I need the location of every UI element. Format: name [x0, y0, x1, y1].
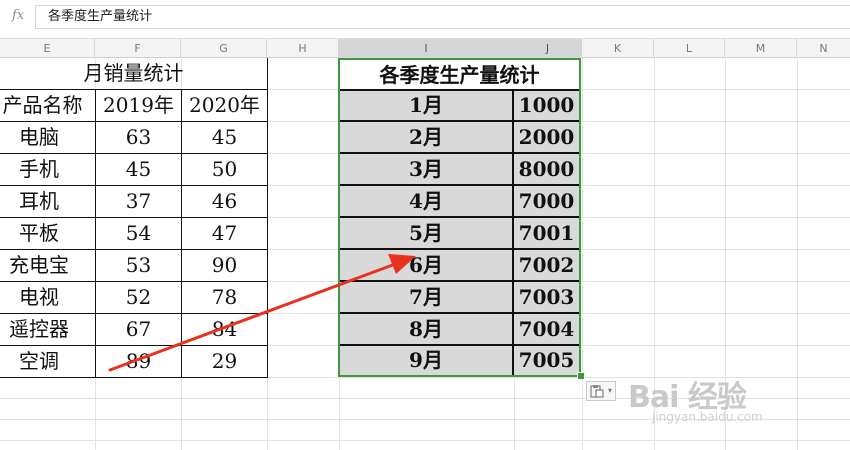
table-cell-2020[interactable]: 84 — [182, 314, 267, 346]
table-cell-2019[interactable]: 63 — [96, 122, 181, 154]
watermark-url: jingyan.baidu.com — [652, 410, 763, 424]
table-cell-2020[interactable]: 45 — [182, 122, 267, 154]
table-cell-2019[interactable]: 53 — [96, 250, 181, 282]
table-cell-product[interactable]: 手机 — [0, 154, 78, 186]
column-header-g[interactable]: G — [181, 39, 267, 58]
table-cell-product[interactable]: 平板 — [0, 218, 78, 250]
table-cell-2019[interactable]: 54 — [96, 218, 181, 250]
table-cell-quantity[interactable]: 7004 — [512, 312, 581, 346]
table-cell-product[interactable]: 遥控器 — [0, 314, 78, 346]
table-cell-2019[interactable]: 45 — [96, 154, 181, 186]
paste-options-button[interactable]: ▾ — [586, 381, 616, 401]
paste-options-icon — [590, 385, 604, 398]
table-cell-quantity[interactable]: 1000 — [512, 89, 581, 122]
table-cell-product[interactable]: 空调 — [0, 346, 78, 378]
table-cell-2020[interactable]: 90 — [182, 250, 267, 282]
column-header-j[interactable]: J — [514, 39, 582, 58]
quarterly-production-title[interactable]: 各季度生产量统计 — [340, 60, 579, 90]
table-cell-product[interactable]: 充电宝 — [0, 250, 78, 282]
column-header-e[interactable]: E — [0, 39, 95, 58]
column-header-bar: E F G H I J K L M N — [0, 38, 850, 58]
table-cell-month[interactable]: 4月 — [338, 184, 514, 218]
table-cell-month[interactable]: 2月 — [338, 120, 514, 154]
table-cell-quantity[interactable]: 7003 — [512, 280, 581, 314]
table-cell-product[interactable]: 电视 — [0, 282, 78, 314]
fx-icon[interactable]: fx — [12, 8, 24, 23]
table-cell-quantity[interactable]: 7002 — [512, 248, 581, 282]
table-cell-quantity[interactable]: 8000 — [512, 152, 581, 186]
formula-input[interactable]: 各季度生产量统计 — [35, 5, 850, 29]
table-cell-2019[interactable]: 67 — [96, 314, 181, 346]
header-product-name[interactable]: 产品名称 — [0, 90, 95, 122]
table-cell-2020[interactable]: 78 — [182, 282, 267, 314]
fill-handle[interactable] — [577, 372, 585, 380]
quarterly-production-table: 各季度生产量统计 1月 1000 2月 2000 3月 8000 4月 7000… — [338, 58, 581, 377]
table-cell-2020[interactable]: 50 — [182, 154, 267, 186]
table-cell-month[interactable]: 3月 — [338, 152, 514, 186]
table-cell-quantity[interactable]: 7001 — [512, 216, 581, 250]
table-cell-quantity[interactable]: 2000 — [512, 120, 581, 154]
table-cell-product[interactable]: 耳机 — [0, 186, 78, 218]
column-header-m[interactable]: M — [725, 39, 797, 58]
table-cell-product[interactable]: 电脑 — [0, 122, 78, 154]
table-cell-quantity[interactable]: 7005 — [512, 344, 581, 377]
column-header-f[interactable]: F — [95, 39, 181, 58]
table-cell-month[interactable]: 5月 — [338, 216, 514, 250]
table-cell-month[interactable]: 7月 — [338, 280, 514, 314]
column-header-h[interactable]: H — [267, 39, 339, 58]
header-2019[interactable]: 2019年 — [96, 90, 181, 122]
table-cell-month[interactable]: 9月 — [338, 344, 514, 377]
table-cell-month[interactable]: 6月 — [338, 248, 514, 282]
table-cell-quantity[interactable]: 7000 — [512, 184, 581, 218]
table-cell-2019[interactable]: 89 — [96, 346, 181, 378]
chevron-down-icon: ▾ — [607, 386, 612, 395]
column-header-i[interactable]: I — [339, 39, 514, 58]
table-cell-2020[interactable]: 29 — [182, 346, 267, 378]
table-cell-2020[interactable]: 46 — [182, 186, 267, 218]
table-cell-2019[interactable]: 52 — [96, 282, 181, 314]
table-cell-2020[interactable]: 47 — [182, 218, 267, 250]
column-header-k[interactable]: K — [582, 39, 654, 58]
column-header-n[interactable]: N — [797, 39, 850, 58]
monthly-sales-title[interactable]: 月销量统计 — [0, 58, 267, 90]
table-cell-2019[interactable]: 37 — [96, 186, 181, 218]
table-cell-month[interactable]: 1月 — [338, 89, 514, 122]
table-cell-month[interactable]: 8月 — [338, 312, 514, 346]
column-header-l[interactable]: L — [654, 39, 725, 58]
header-2020[interactable]: 2020年 — [182, 90, 267, 122]
formula-bar: fx 各季度生产量统计 — [0, 0, 850, 36]
